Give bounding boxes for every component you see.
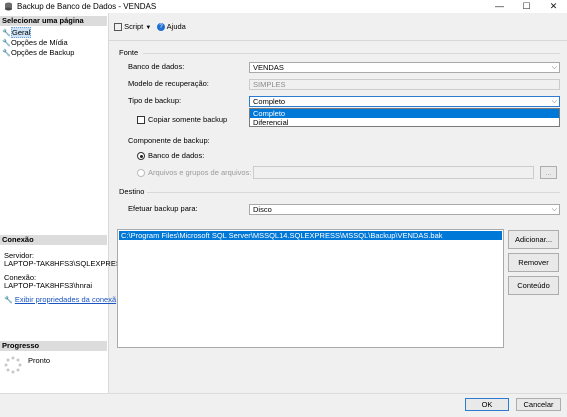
copy-only-checkbox[interactable]: [137, 116, 145, 124]
backup-type-option-full[interactable]: Completo: [250, 109, 559, 118]
backup-to-value: Disco: [253, 205, 272, 214]
source-section-label: Fonte: [119, 48, 139, 57]
left-pane: Selecionar uma página 🔧Geral 🔧Opções de …: [0, 13, 121, 405]
backup-destination-list[interactable]: C:\Program Files\Microsoft SQL Server\MS…: [117, 229, 504, 348]
add-destination-button[interactable]: Adicionar...: [508, 230, 559, 249]
list-item[interactable]: C:\Program Files\Microsoft SQL Server\MS…: [119, 231, 502, 240]
source-divider: [143, 53, 560, 54]
maximize-button[interactable]: ☐: [513, 0, 540, 13]
chevron-down-icon: ⌵: [551, 98, 557, 105]
remove-destination-button[interactable]: Remover: [508, 253, 559, 272]
connection-value: LAPTOP-TAK8HFS3\hnrai: [4, 281, 93, 290]
component-database-radio[interactable]: [137, 152, 145, 160]
backup-to-label: Efetuar backup para:: [128, 204, 198, 213]
script-button[interactable]: Script ▼: [114, 22, 151, 33]
backup-to-select[interactable]: Disco ⌵: [249, 204, 560, 215]
view-connection-properties[interactable]: 🔧 Exibir propriedades da conexã: [4, 295, 116, 305]
database-select[interactable]: VENDAS ⌵: [249, 62, 560, 73]
page-item-geral[interactable]: 🔧Geral: [2, 27, 32, 38]
chevron-down-icon: ⌵: [551, 206, 557, 213]
page-item-label: Opções de Mídia: [11, 38, 68, 47]
title-bar: Backup de Banco de Dados - VENDAS — ☐ ✕: [0, 0, 567, 13]
page-item-backup-options[interactable]: 🔧Opções de Backup: [2, 48, 74, 57]
destination-section-label: Destino: [119, 187, 145, 196]
component-database-label: Banco de dados:: [148, 151, 205, 160]
script-label: Script: [124, 22, 144, 31]
database-label: Banco de dados:: [128, 62, 185, 71]
database-backup-icon: [5, 2, 12, 11]
recovery-model-label: Modelo de recuperação:: [128, 79, 209, 88]
cancel-button[interactable]: Cancelar: [516, 398, 561, 411]
dropdown-arrow-icon: ▼: [145, 25, 152, 31]
wrench-icon: 🔧: [2, 50, 11, 57]
backup-type-option-differential[interactable]: Diferencial: [250, 118, 559, 127]
backup-type-select[interactable]: Completo ⌵: [249, 96, 560, 107]
progress-header: Progresso: [0, 341, 107, 351]
toolbar: Script ▼ ? Ajuda: [109, 13, 567, 41]
properties-icon: 🔧: [4, 297, 13, 304]
recovery-model-field: SIMPLES: [249, 79, 560, 90]
progress-status: Pronto: [28, 356, 51, 365]
script-icon: [114, 23, 122, 32]
copy-only-label: Copiar somente backup: [148, 115, 228, 124]
select-page-header: Selecionar uma página: [0, 16, 107, 26]
help-label: Ajuda: [166, 22, 186, 31]
view-properties-link[interactable]: Exibir propriedades da conexã: [15, 295, 116, 304]
minimize-button[interactable]: —: [486, 0, 513, 13]
wrench-icon: 🔧: [2, 30, 11, 37]
recovery-model-value: SIMPLES: [253, 80, 286, 89]
backup-type-dropdown-list: Completo Diferencial: [249, 108, 560, 127]
backup-type-label: Tipo de backup:: [128, 96, 182, 105]
chevron-down-icon: ⌵: [551, 64, 557, 71]
connection-header: Conexão: [0, 235, 107, 245]
page-item-label: Opções de Backup: [11, 48, 75, 57]
server-value: LAPTOP-TAK8HFS3\SQLEXPRES: [4, 259, 121, 268]
help-button[interactable]: ? Ajuda: [157, 22, 186, 32]
page-item-media-options[interactable]: 🔧Opções de Mídia: [2, 38, 68, 47]
close-button[interactable]: ✕: [540, 0, 567, 13]
help-icon: ?: [157, 23, 165, 32]
component-label: Componente de backup:: [128, 136, 210, 145]
database-value: VENDAS: [253, 63, 284, 72]
contents-button[interactable]: Conteúdo: [508, 276, 559, 295]
wrench-icon: 🔧: [2, 40, 11, 47]
component-files-label: Arquivos e grupos de arquivos:: [148, 168, 252, 177]
toolbar-separator: [109, 40, 567, 41]
window-title: Backup de Banco de Dados - VENDAS: [17, 2, 157, 11]
backup-type-value: Completo: [253, 97, 286, 106]
browse-files-button: ...: [540, 166, 557, 179]
component-files-radio: [137, 169, 145, 177]
ok-button[interactable]: OK: [465, 398, 509, 411]
page-item-label: Geral: [11, 27, 32, 38]
files-field: [253, 166, 534, 179]
destination-divider: [147, 192, 560, 193]
progress-spinner-icon: [4, 356, 22, 374]
